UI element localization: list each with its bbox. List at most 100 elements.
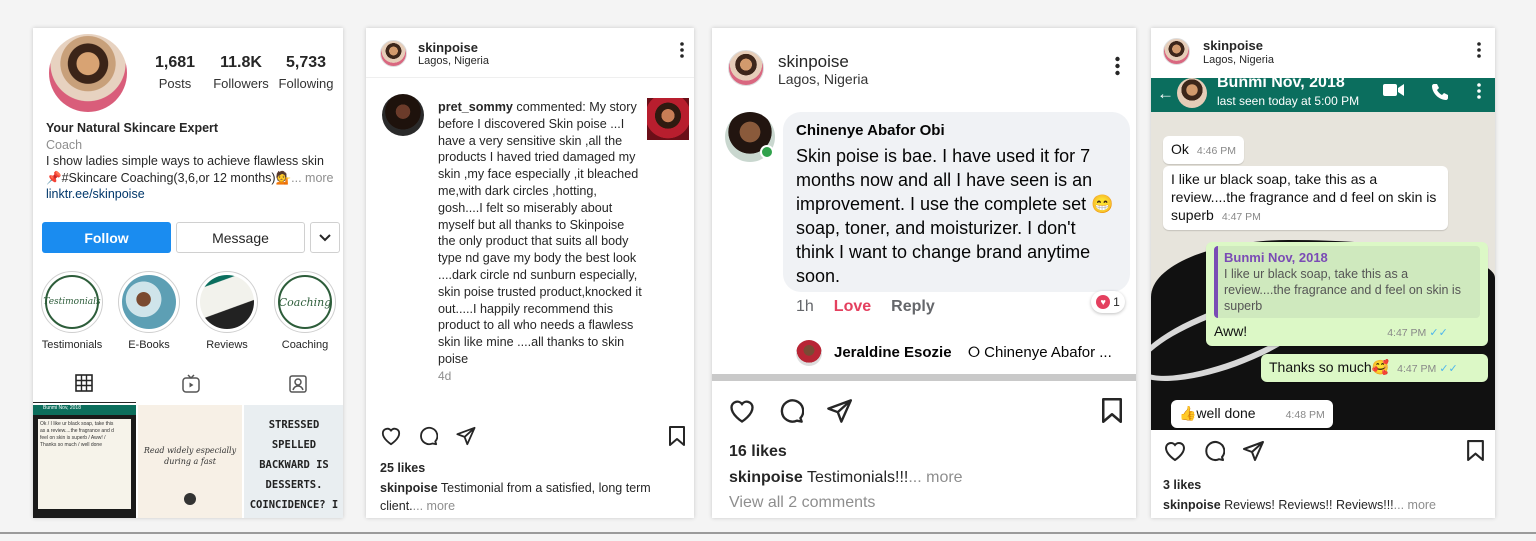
- post-caption: skinpoise Reviews! Reviews!! Reviews!!!.…: [1163, 496, 1436, 514]
- avatar[interactable]: [1163, 38, 1190, 65]
- more-options-icon[interactable]: [680, 42, 684, 63]
- contact-name: Bunmi Nov, 2018: [1217, 78, 1345, 91]
- caption-username[interactable]: skinpoise: [380, 481, 438, 495]
- active-tab-indicator: [33, 402, 136, 403]
- post-header: skinpoise Lagos, Nigeria: [366, 28, 694, 78]
- post-actions: [728, 398, 1128, 424]
- bio-link[interactable]: linktr.ee/skinpoise: [46, 186, 336, 203]
- posts-stat[interactable]: 1,681 Posts: [145, 54, 205, 91]
- bookmark-icon[interactable]: [1467, 440, 1484, 467]
- heart-reaction-icon: ♥: [1096, 295, 1111, 309]
- share-icon[interactable]: [826, 398, 852, 430]
- highlight-testimonials[interactable]: Testimonials Testimonials: [40, 271, 104, 351]
- posts-count: 1,681: [154, 54, 196, 71]
- message-text: Thanks so much🥰: [1269, 359, 1390, 375]
- message-text: 👍well done: [1179, 405, 1256, 421]
- message-text: Aww!: [1214, 323, 1248, 339]
- avatar[interactable]: [380, 40, 407, 67]
- caption-username[interactable]: skinpoise: [729, 469, 803, 486]
- avatar[interactable]: [728, 50, 764, 86]
- post-panel-whatsapp: skinpoise Lagos, Nigeria ← Bunmi Nov, 20…: [1151, 28, 1495, 518]
- post-location[interactable]: Lagos, Nigeria: [418, 55, 489, 67]
- thumb-desserts-text: STRESSED SPELLED BACKWARD IS DESSERTS. C…: [249, 419, 339, 511]
- share-icon[interactable]: [1242, 440, 1264, 468]
- highlight-reviews[interactable]: Reviews: [195, 271, 259, 351]
- comment-icon[interactable]: [418, 426, 439, 452]
- message-button[interactable]: Message: [176, 222, 305, 253]
- view-all-comments-link[interactable]: View all 2 comments: [729, 494, 875, 512]
- comment-icon[interactable]: [778, 398, 805, 430]
- caption-more-link[interactable]: ... more: [1394, 498, 1436, 512]
- follow-button[interactable]: Follow: [42, 222, 171, 253]
- highlight-ring: Coaching: [274, 271, 336, 333]
- post-caption: skinpoise Testimonials!!!... more: [729, 467, 963, 489]
- posts-label: Posts: [158, 76, 192, 91]
- back-arrow-icon: ←: [1157, 84, 1174, 103]
- heart-icon[interactable]: [380, 426, 402, 452]
- highlight-label: Coaching: [281, 339, 329, 351]
- likes-count[interactable]: 3 likes: [1163, 478, 1201, 492]
- highlight-label: E-Books: [128, 339, 170, 351]
- fb-comment-time: 1h: [796, 298, 814, 315]
- comment-post-thumbnail: [647, 98, 689, 140]
- replier-avatar: [796, 340, 822, 366]
- caption-more-link[interactable]: ... more: [413, 499, 455, 513]
- profile-panel: 1,681 Posts 11.8K Followers 5,733 Follow…: [33, 28, 343, 518]
- profile-avatar[interactable]: [49, 34, 127, 112]
- grid-post-quote[interactable]: Read widely especially during a fast: [138, 405, 242, 518]
- highlight-coaching[interactable]: Coaching Coaching: [273, 271, 337, 351]
- more-options-icon: [1477, 83, 1481, 104]
- highlight-ring: [118, 271, 180, 333]
- quoted-name: Bunmi Nov, 2018: [1224, 250, 1328, 265]
- likes-count[interactable]: 25 likes: [380, 461, 425, 475]
- heart-icon[interactable]: [1163, 440, 1187, 468]
- grid-icon[interactable]: [75, 374, 93, 397]
- whatsapp-screenshot: ← Bunmi Nov, 2018 last seen today at 5:0…: [1151, 78, 1495, 430]
- reels-icon[interactable]: [181, 374, 201, 399]
- caption-more-link[interactable]: ... more: [908, 469, 962, 486]
- followers-label: Followers: [213, 76, 269, 91]
- post-panel-comment: skinpoise Lagos, Nigeria pret_sommy comm…: [366, 28, 694, 518]
- highlight-cover: Coaching: [278, 275, 332, 329]
- post-location[interactable]: Lagos, Nigeria: [778, 71, 868, 87]
- commenter-username: pret_sommy: [438, 100, 513, 114]
- fb-commenter-name: Chinenye Abafor Obi: [796, 122, 945, 139]
- post-username[interactable]: skinpoise: [1203, 38, 1263, 53]
- last-seen: last seen today at 5:00 PM: [1217, 94, 1360, 108]
- chevron-down-icon: [319, 231, 331, 245]
- grid-post-reviews[interactable]: Bunmi Nov, 2018 Ok / I like ur black soa…: [33, 405, 136, 518]
- highlight-ebooks[interactable]: E-Books: [117, 271, 181, 351]
- suggested-dropdown-button[interactable]: [310, 222, 340, 253]
- tagged-icon[interactable]: [288, 374, 308, 399]
- chat-message-incoming: Ok 4:46 PM: [1163, 136, 1244, 164]
- share-icon[interactable]: [455, 426, 476, 452]
- chat-message-incoming: 👍well done 4:48 PM: [1171, 400, 1333, 428]
- fb-comment-text: Skin poise is bae. I have used it for 7 …: [796, 146, 1114, 286]
- post-username[interactable]: skinpoise: [778, 52, 849, 72]
- followers-stat[interactable]: 11.8K Followers: [209, 54, 273, 91]
- more-options-icon[interactable]: [1477, 42, 1481, 63]
- likes-count[interactable]: 16 likes: [729, 443, 787, 461]
- post-actions: [378, 426, 685, 452]
- bookmark-icon[interactable]: [1102, 398, 1122, 429]
- post-username[interactable]: skinpoise: [418, 40, 478, 55]
- bookmark-icon[interactable]: [669, 426, 685, 452]
- thumb-chat-text: Ok / I like ur black soap, take this as …: [40, 421, 114, 448]
- whatsapp-header: ← Bunmi Nov, 2018 last seen today at 5:0…: [1151, 78, 1495, 112]
- bio-name: Your Natural Skincare Expert: [46, 121, 219, 135]
- grid-post-desserts[interactable]: STRESSED SPELLED BACKWARD IS DESSERTS. C…: [244, 405, 343, 518]
- message-text: Ok: [1171, 141, 1189, 157]
- comment-icon[interactable]: [1203, 440, 1226, 468]
- commenter-avatar: [382, 94, 424, 136]
- more-options-icon[interactable]: [1115, 56, 1120, 82]
- thumb-quote-text: Read widely especially during a fast: [143, 446, 237, 466]
- profile-bio: Your Natural Skincare Expert Coach I sho…: [46, 120, 336, 203]
- post-location[interactable]: Lagos, Nigeria: [1203, 54, 1274, 66]
- bio-more-link[interactable]: ... more: [291, 171, 333, 185]
- profile-tabbar: [33, 368, 343, 404]
- following-stat[interactable]: 5,733 Following: [273, 54, 339, 91]
- caption-username[interactable]: skinpoise: [1163, 498, 1221, 512]
- fb-comment-bubble: Chinenye Abafor Obi Skin poise is bae. I…: [783, 112, 1130, 292]
- page-divider: [0, 532, 1536, 534]
- heart-icon[interactable]: [728, 398, 756, 430]
